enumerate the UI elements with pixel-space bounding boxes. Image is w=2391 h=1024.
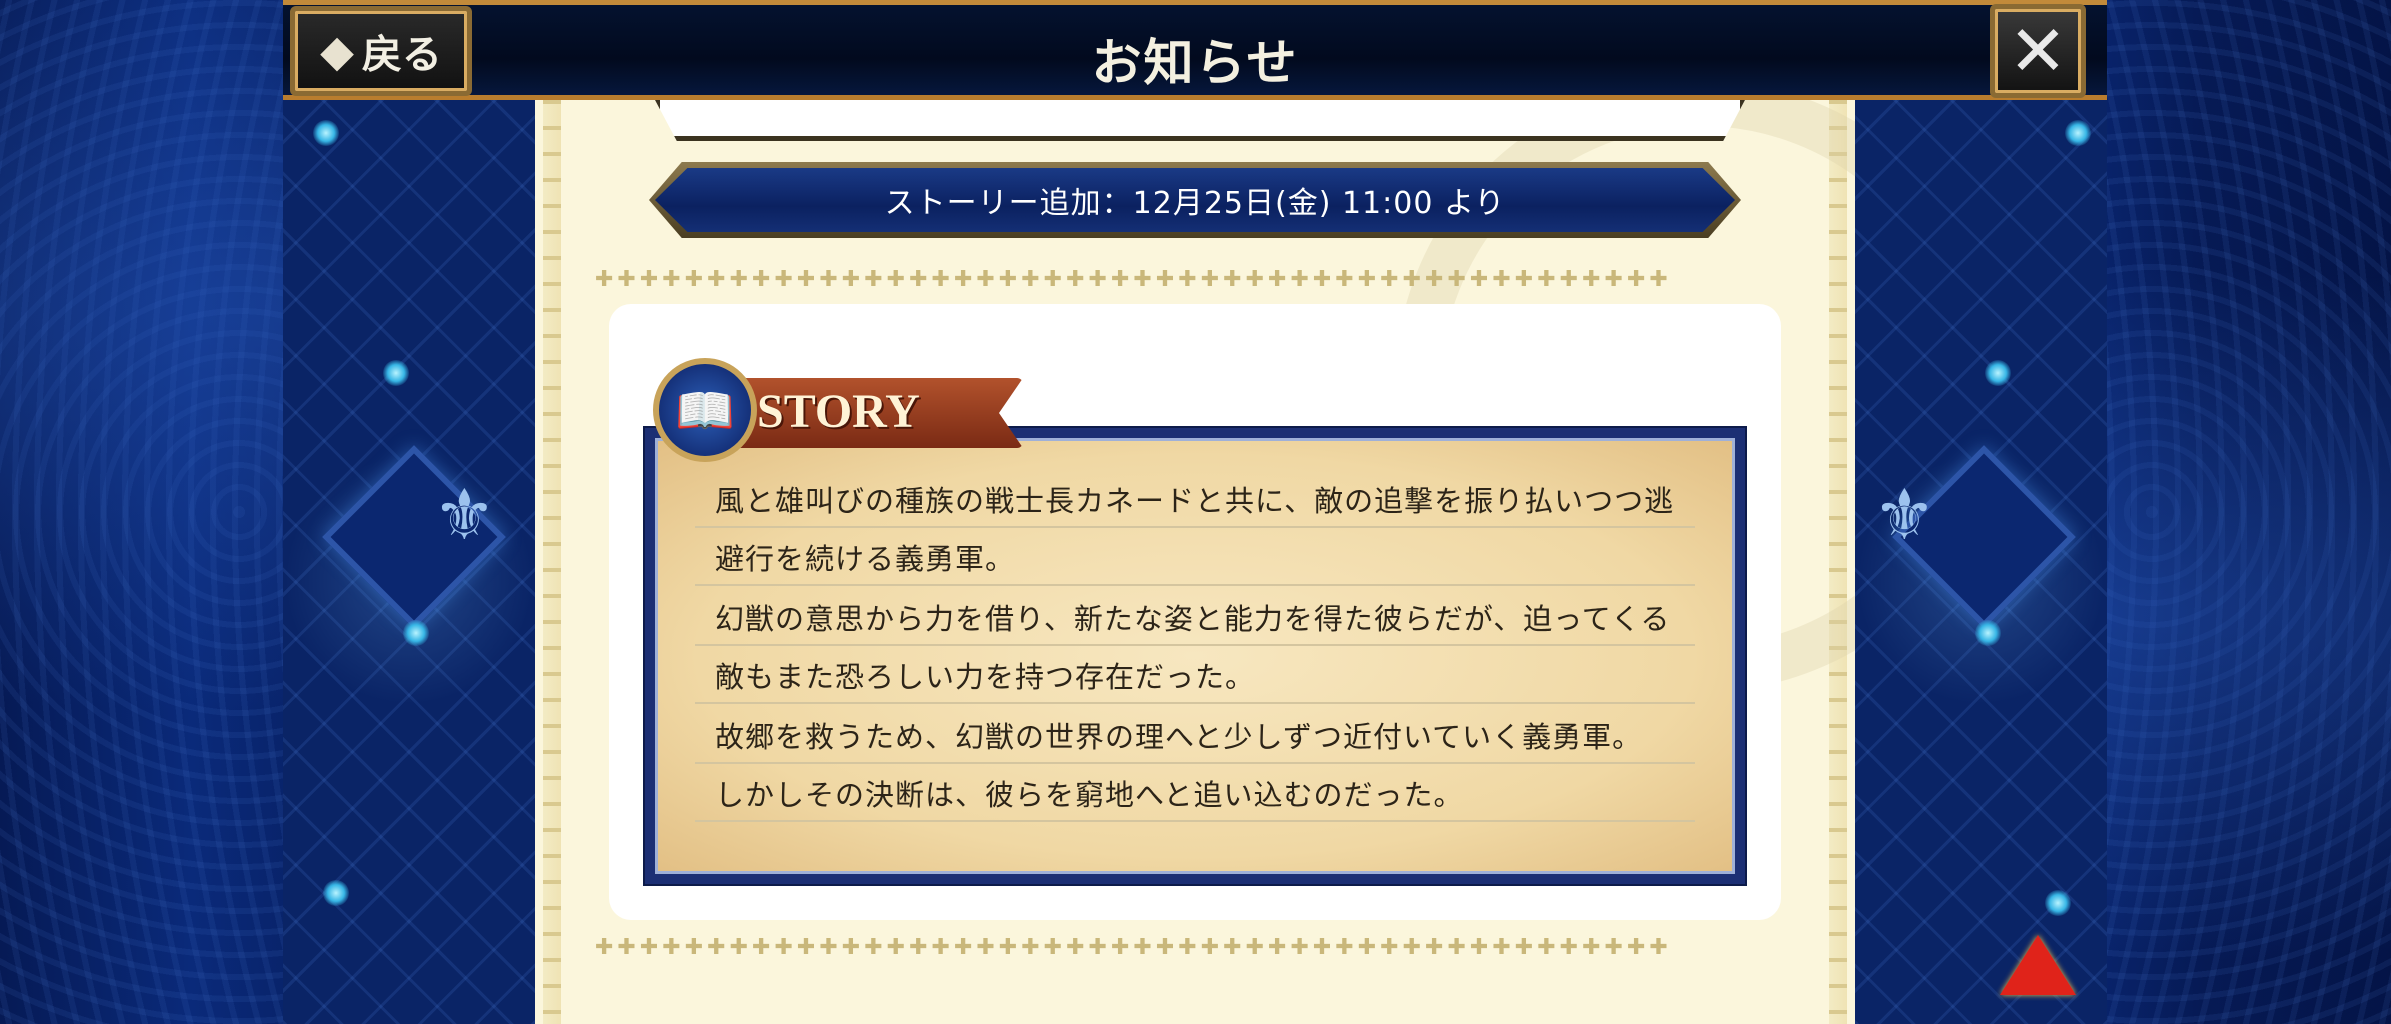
previous-banner <box>655 100 1745 141</box>
rule-line <box>695 762 1695 764</box>
gem-icon <box>1985 360 2011 386</box>
badge-emblem: 📖 <box>653 358 757 462</box>
gem-icon <box>2065 120 2091 146</box>
gem-icon <box>2045 890 2071 916</box>
left-decor-panel: ⚜ <box>283 100 535 1024</box>
gem-icon <box>313 120 339 146</box>
scroll-top-button[interactable] <box>2000 930 2076 1000</box>
story-line: 幻獣の意思から力を借り、新たな姿と能力を得た彼らだが、迫ってくる <box>715 602 1671 636</box>
gem-icon <box>383 360 409 386</box>
story-badge-label: STORY <box>757 385 920 438</box>
gem-icon <box>403 620 429 646</box>
ornamental-border-left <box>543 100 561 1024</box>
close-button[interactable]: ✕ <box>1990 4 2086 98</box>
story-line: 避行を続ける義勇軍。 <box>715 542 1016 576</box>
left-arrow-icon: ◆ <box>320 25 354 77</box>
story-line: 敵もまた恐ろしい力を持つ存在だった。 <box>715 660 1256 694</box>
book-icon: 📖 <box>675 382 735 439</box>
header-bar: お知らせ <box>283 0 2107 100</box>
fleur-icon: ⚜ <box>1873 474 1936 556</box>
rule-line <box>695 584 1695 586</box>
fleur-icon: ⚜ <box>433 474 496 556</box>
rule-line <box>695 820 1695 822</box>
up-arrow-icon <box>2000 935 2076 995</box>
notice-content[interactable]: ストーリー追加：12月25日(金) 11:00 より ✚✚✚✚✚✚✚✚✚✚✚✚✚… <box>535 100 1855 1024</box>
decorative-divider: ✚✚✚✚✚✚✚✚✚✚✚✚✚✚✚✚✚✚✚✚✚✚✚✚✚✚✚✚✚✚✚✚✚✚✚✚✚✚✚✚… <box>595 936 1672 960</box>
page-title: お知らせ <box>1091 34 1299 92</box>
story-line: 風と雄叫びの種族の戦士長カネードと共に、敵の追撃を振り払いつつ逃 <box>715 484 1675 518</box>
back-button-label: 戻る <box>361 32 442 78</box>
gem-icon <box>1975 620 2001 646</box>
rule-line <box>695 644 1695 646</box>
decorative-divider: ✚✚✚✚✚✚✚✚✚✚✚✚✚✚✚✚✚✚✚✚✚✚✚✚✚✚✚✚✚✚✚✚✚✚✚✚✚✚✚✚… <box>595 268 1672 292</box>
story-date-text: ストーリー追加：12月25日(金) 11:00 より <box>884 186 1506 221</box>
right-decor-panel: ⚜ <box>1855 100 2107 1024</box>
gem-icon <box>323 880 349 906</box>
date-ribbon: ストーリー追加：12月25日(金) 11:00 より <box>655 168 1735 232</box>
story-line: 故郷を救うため、幻獣の世界の理へと少しずつ近付いていく義勇軍。 <box>715 720 1643 754</box>
story-scroll: 風と雄叫びの種族の戦士長カネードと共に、敵の追撃を振り払いつつ逃 避行を続ける義… <box>645 428 1745 884</box>
rule-line <box>695 702 1695 704</box>
story-badge: STORY 📖 <box>653 358 1033 470</box>
rule-line <box>695 526 1695 528</box>
close-icon: ✕ <box>2008 10 2068 92</box>
back-button[interactable]: ◆ 戻る <box>290 6 472 96</box>
story-line: しかしその決断は、彼らを窮地へと追い込むのだった。 <box>715 778 1464 812</box>
